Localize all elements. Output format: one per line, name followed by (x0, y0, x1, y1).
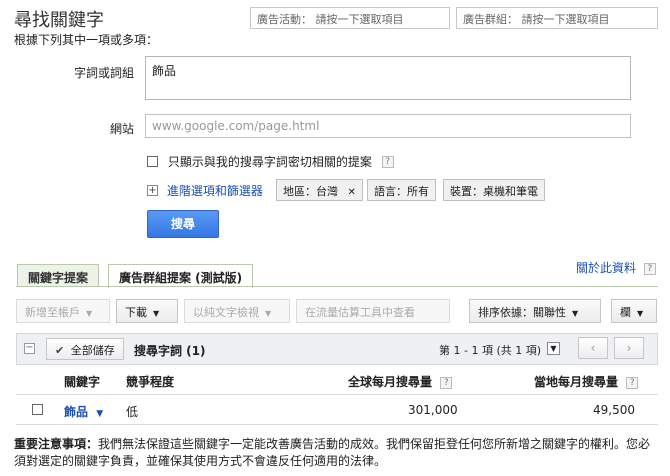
about-data-row: 關於此資料 ? (576, 259, 656, 276)
adgroup-picker[interactable]: 廣告群組： 請按一下選取項目 (456, 7, 658, 29)
row-local-searches: 49,500 (593, 403, 635, 417)
row-keyword-link[interactable]: 飾品 (64, 405, 88, 419)
notice-text: 我們無法保證這些關鍵字一定能改善廣告活動的成效。我們保留拒登任何您所新增之關鍵字… (14, 437, 651, 468)
website-input[interactable]: www.google.com/page.html (145, 114, 631, 138)
col-header-global[interactable]: 全球每月搜尋量 ? (348, 373, 453, 390)
col-header-keyword[interactable]: 關鍵字 (64, 373, 100, 390)
location-filter-label: 地區：台灣 (283, 185, 338, 198)
tab-adgroup-ideas[interactable]: 廣告群組提案 (測試版) (108, 264, 254, 288)
tab-divider (16, 286, 658, 287)
row-global-searches: 301,000 (408, 403, 458, 417)
help-icon[interactable]: ? (381, 155, 394, 168)
language-filter-chip[interactable]: 語言：所有 (367, 179, 436, 201)
chevron-down-icon[interactable]: ▼ (96, 409, 103, 419)
help-icon[interactable]: ? (626, 376, 639, 389)
keywords-textarea[interactable]: 飾品 (145, 56, 631, 100)
about-data-link[interactable]: 關於此資料 (576, 261, 636, 275)
view-as-text-button[interactable]: 以純文字檢視 ▼ (184, 299, 290, 323)
download-button[interactable]: 下載 ▼ (116, 299, 178, 323)
prev-page-button[interactable]: ‹ (578, 337, 608, 359)
checkmark-icon: ✔ (55, 344, 65, 357)
remove-icon[interactable]: ✕ (348, 187, 356, 198)
search-button[interactable]: 搜尋 (147, 210, 219, 238)
device-filter-chip[interactable]: 裝置：桌機和筆電 (443, 179, 545, 201)
next-page-button[interactable]: › (614, 337, 644, 359)
close-match-row: 只顯示與我的搜尋字詞密切相關的提案 ? (147, 153, 394, 170)
search-terms-title: 搜尋字詞 (1) (134, 344, 206, 358)
notice-bold-prefix: 重要注意事項： (14, 437, 99, 451)
advanced-options-row: + 進階選項和篩選器 (147, 182, 263, 199)
col-header-local-label: 當地每月搜尋量 (534, 375, 619, 389)
about-help-icon[interactable]: ? (643, 262, 656, 275)
sort-by-label: 排序依據：關聯性 (478, 306, 566, 319)
location-filter-chip[interactable]: 地區：台灣 ✕ (276, 179, 363, 201)
col-header-local[interactable]: 當地每月搜尋量 ? (534, 373, 639, 390)
chevron-down-icon: ▼ (572, 308, 579, 318)
website-label: 網站 (109, 122, 134, 136)
add-to-account-button[interactable]: 新增至帳戶 ▼ (16, 299, 110, 323)
row-competition: 低 (126, 405, 139, 419)
col-header-global-label: 全球每月搜尋量 (348, 375, 433, 389)
add-to-account-label: 新增至帳戶 (25, 306, 80, 319)
chevron-down-icon: ▼ (637, 308, 644, 318)
chevron-down-icon: ▼ (153, 308, 160, 318)
chevron-down-icon: ▼ (265, 308, 272, 318)
collapse-icon[interactable]: − (24, 343, 35, 354)
pagination-dropdown-icon[interactable]: ▼ (547, 342, 560, 355)
pagination-text: 第 1 - 1 項 (共 1 項) (439, 344, 542, 357)
campaign-picker[interactable]: 廣告活動： 請按一下選取項目 (250, 7, 450, 29)
chevron-down-icon: ▼ (86, 308, 93, 318)
sort-by-button[interactable]: 排序依據：關聯性 ▼ (469, 299, 601, 323)
page-title: 尋找關鍵字 (14, 10, 104, 31)
row-checkbox[interactable] (32, 404, 43, 418)
help-icon[interactable]: ? (440, 376, 453, 389)
close-match-checkbox[interactable] (147, 156, 158, 167)
tab-keyword-ideas[interactable]: 關鍵字提案 (17, 264, 100, 287)
advanced-options-link[interactable]: 進階選項和篩選器 (167, 184, 263, 198)
traffic-estimator-button[interactable]: 在流量估算工具中查看 (296, 299, 450, 323)
columns-button[interactable]: 欄 ▼ (611, 299, 657, 323)
close-match-label: 只顯示與我的搜尋字詞密切相關的提案 (167, 155, 372, 169)
col-header-competition[interactable]: 競爭程度 (126, 373, 174, 390)
important-notice: 重要注意事項：我們無法保證這些關鍵字一定能改善廣告活動的成效。我們保留拒登任何您… (14, 436, 659, 470)
columns-label: 欄 (620, 306, 631, 319)
view-as-text-label: 以純文字檢視 (193, 306, 259, 319)
header-divider (16, 394, 658, 395)
keywords-label: 字詞或詞組 (73, 66, 134, 80)
download-label: 下載 (125, 306, 147, 319)
save-all-label: 全部儲存 (70, 344, 115, 357)
expand-plus-icon[interactable]: + (147, 185, 158, 196)
page-subtitle: 根據下列其中一項或多項： (14, 33, 159, 47)
save-all-button[interactable]: ✔ 全部儲存 (46, 338, 124, 360)
table-row-keyword[interactable]: 飾品 ▼ (64, 403, 103, 420)
row-divider (16, 424, 658, 425)
